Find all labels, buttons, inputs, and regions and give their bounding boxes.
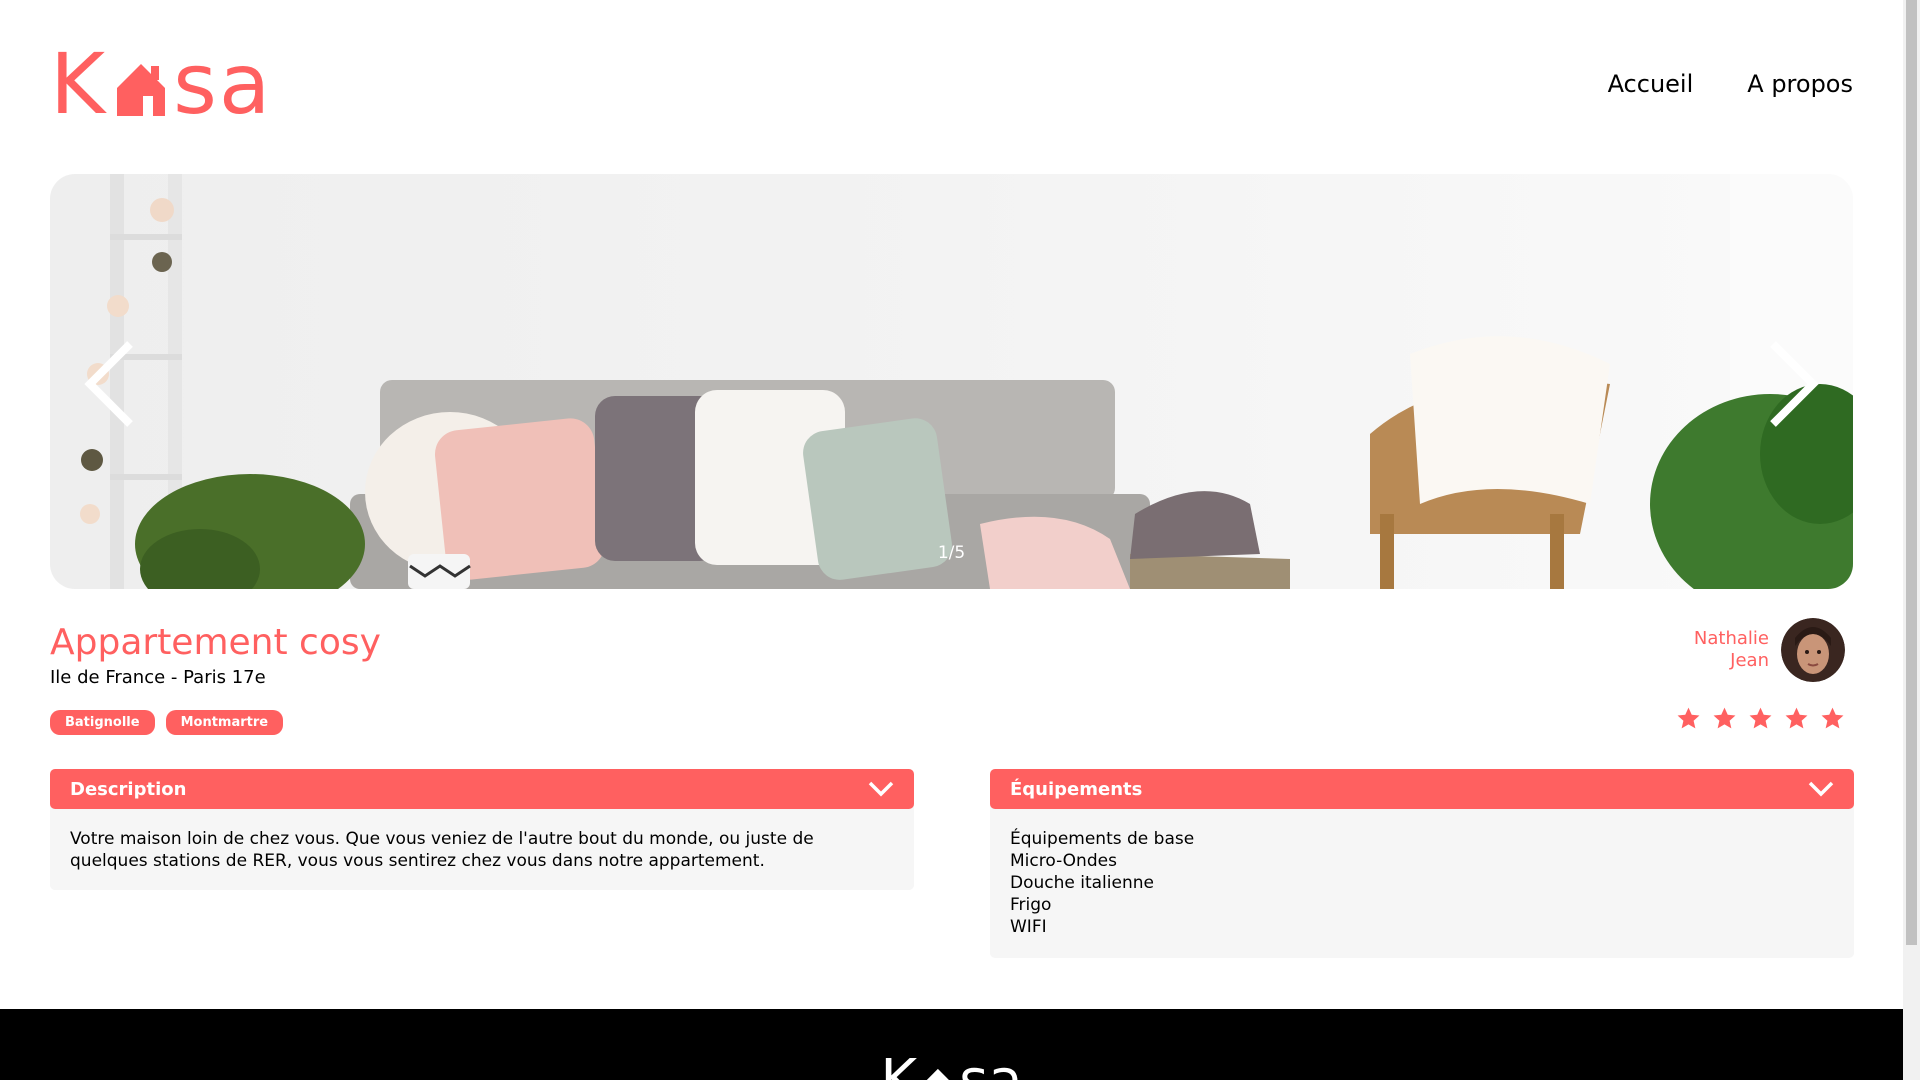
logo-letter-a: a	[988, 1053, 1022, 1080]
star-icon	[1821, 707, 1844, 729]
listing-location: Ile de France - Paris 17e	[50, 667, 266, 688]
nav-link-about[interactable]: A propos	[1747, 70, 1853, 98]
host-first-name: Nathalie	[1693, 628, 1769, 649]
host-last-name: Jean	[1730, 650, 1769, 671]
tag: Batignolle	[50, 710, 155, 735]
equipments-label: Équipements	[1010, 778, 1143, 800]
list-item: Frigo	[1010, 895, 1052, 915]
star-icon	[1713, 707, 1736, 729]
star-icon	[1785, 707, 1808, 729]
header: K s a Accueil A propos	[50, 35, 1853, 133]
list-item: Équipements de base	[1010, 829, 1195, 849]
house-icon	[927, 1068, 950, 1080]
scrollbar-thumb[interactable]	[1906, 0, 1917, 945]
footer-logo: K s a	[880, 1053, 1023, 1080]
description-content: Votre maison loin de chez vous. Que vous…	[50, 803, 914, 890]
equipments-list: Équipements de base Micro-Ondes Douche i…	[1010, 828, 1834, 938]
chevron-left-icon[interactable]	[70, 334, 150, 434]
logo-letter-s: s	[959, 1053, 988, 1080]
house-icon	[117, 64, 166, 116]
vertical-scrollbar[interactable]	[1903, 0, 1920, 1080]
list-item: Micro-Ondes	[1010, 851, 1117, 871]
image-carousel: 1/5	[50, 174, 1853, 589]
description-label: Description	[70, 778, 187, 800]
logo-letter-s: s	[173, 35, 219, 133]
rating-stars	[1676, 706, 1845, 731]
logo-letter-a: a	[218, 35, 273, 133]
star-icon	[1749, 707, 1772, 729]
logo-letter-k: K	[50, 35, 108, 133]
apartment-photo	[50, 174, 1853, 589]
page: K s a Accueil A propos 1/5 Appartement c…	[0, 0, 1903, 1080]
tag-list: Batignolle Montmartre	[50, 710, 284, 735]
kasa-logo[interactable]: K s a	[50, 35, 273, 133]
equipments-toggle[interactable]: Équipements	[990, 769, 1854, 809]
list-item: Douche italienne	[1010, 873, 1154, 893]
host-name: Nathalie Jean	[1694, 628, 1769, 672]
carousel-counter: 1/5	[937, 543, 966, 563]
equipments-content: Équipements de base Micro-Ondes Douche i…	[990, 803, 1854, 958]
footer: K s a	[0, 1009, 1903, 1080]
listing-title: Appartement cosy	[50, 622, 381, 663]
main-nav: Accueil A propos	[1608, 70, 1853, 98]
list-item: WIFI	[1010, 917, 1047, 937]
equipments-collapse: Équipements Équipements de base Micro-On…	[990, 769, 1854, 958]
chevron-down-icon[interactable]	[868, 781, 894, 797]
description-toggle[interactable]: Description	[50, 769, 914, 809]
host-avatar	[1781, 618, 1845, 682]
star-icon	[1677, 707, 1700, 729]
chevron-right-icon[interactable]	[1753, 334, 1833, 434]
nav-link-home[interactable]: Accueil	[1608, 70, 1694, 98]
description-text: Votre maison loin de chez vous. Que vous…	[70, 829, 814, 871]
host-info: Nathalie Jean	[1694, 618, 1845, 682]
tag: Montmartre	[165, 710, 284, 735]
chevron-down-icon[interactable]	[1808, 781, 1834, 797]
description-collapse: Description Votre maison loin de chez vo…	[50, 769, 914, 890]
logo-letter-k: K	[880, 1053, 917, 1080]
